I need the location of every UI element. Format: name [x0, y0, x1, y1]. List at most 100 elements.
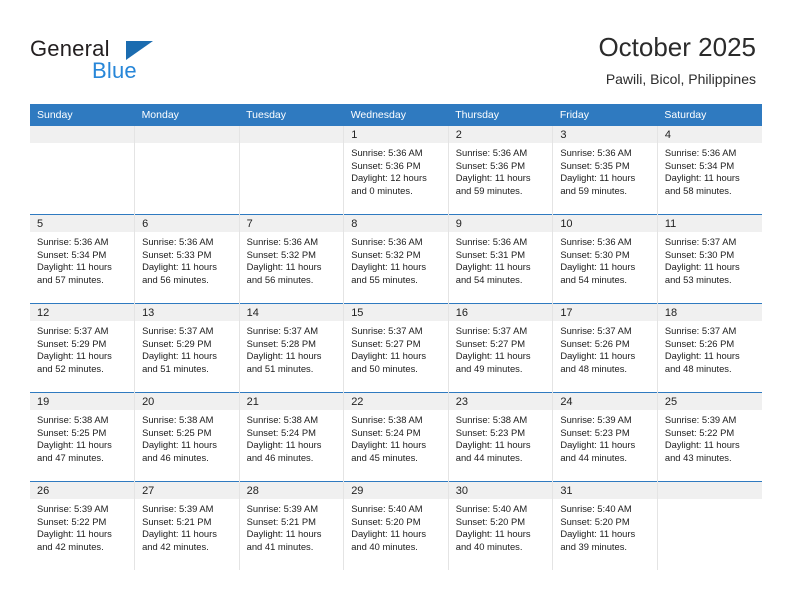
- day-detail-line: Daylight: 11 hours: [246, 350, 322, 362]
- day-detail-line: Sunset: 5:26 PM: [664, 337, 735, 349]
- day-detail-line: Daylight: 11 hours: [664, 350, 740, 362]
- day-detail-line: Daylight: 11 hours: [560, 172, 636, 184]
- day-detail-line: Sunrise: 5:36 AM: [351, 147, 423, 158]
- day-detail-line: and 50 minutes.: [351, 362, 418, 374]
- day-detail-line: Sunset: 5:35 PM: [560, 159, 630, 171]
- calendar-day-cell[interactable]: 29 Sunrise: 5:40 AM Sunset: 5:20 PM Dayligh…: [343, 481, 449, 570]
- calendar-day-cell[interactable]: 20 Sunrise: 5:38 AM Sunset: 5:25 PM Dayligh…: [134, 392, 240, 482]
- day-detail-line: Sunrise: 5:39 AM: [560, 414, 632, 425]
- calendar-day-cell[interactable]: 5 Sunrise: 5:36 AM Sunset: 5:34 PM Daylight…: [30, 214, 136, 304]
- day-details: Sunrise: 5:38 AM Sunset: 5:24 PM Daylight:…: [344, 410, 448, 464]
- calendar-day-cell[interactable]: 17 Sunrise: 5:37 AM Sunset: 5:26 PM Dayligh…: [552, 303, 658, 393]
- calendar-day-cell[interactable]: 16 Sunrise: 5:37 AM Sunset: 5:27 PM Dayligh…: [448, 303, 554, 393]
- calendar-day-cell-empty: [657, 481, 762, 570]
- day-detail-line: and 40 minutes.: [455, 540, 523, 552]
- day-number: [239, 126, 344, 143]
- calendar-day-cell[interactable]: 9 Sunrise: 5:36 AM Sunset: 5:31 PM Daylight…: [448, 214, 554, 304]
- day-detail-line: Sunrise: 5:40 AM: [560, 503, 632, 514]
- day-detail-line: Daylight: 11 hours: [37, 528, 112, 540]
- day-number: 30: [448, 482, 553, 499]
- calendar-day-cell[interactable]: 14 Sunrise: 5:37 AM Sunset: 5:28 PM Dayligh…: [239, 303, 345, 393]
- brand-logo[interactable]: General Blue: [30, 36, 210, 88]
- calendar-day-cell[interactable]: 30 Sunrise: 5:40 AM Sunset: 5:20 PM Dayligh…: [448, 481, 554, 570]
- day-detail-line: Sunrise: 5:38 AM: [37, 414, 109, 425]
- day-detail-line: Sunrise: 5:37 AM: [246, 325, 319, 336]
- day-detail-line: Sunrise: 5:37 AM: [664, 325, 737, 336]
- day-detail-line: Sunset: 5:23 PM: [560, 426, 630, 438]
- day-details: [135, 143, 239, 147]
- calendar-day-cell[interactable]: 18 Sunrise: 5:37 AM Sunset: 5:26 PM Dayligh…: [657, 303, 762, 393]
- page-title: October 2025: [598, 32, 756, 62]
- calendar-day-cell[interactable]: 4 Sunrise: 5:36 AM Sunset: 5:34 PM Daylight…: [657, 126, 762, 215]
- calendar-day-cell[interactable]: 11 Sunrise: 5:37 AM Sunset: 5:30 PM Dayligh…: [657, 214, 762, 304]
- day-details: Sunrise: 5:38 AM Sunset: 5:25 PM Daylight:…: [135, 410, 239, 464]
- calendar-week-row: 26 Sunrise: 5:39 AM Sunset: 5:22 PM Dayligh…: [30, 481, 762, 570]
- day-detail-line: Sunrise: 5:38 AM: [351, 414, 423, 425]
- calendar-day-cell[interactable]: 27 Sunrise: 5:39 AM Sunset: 5:21 PM Dayligh…: [134, 481, 240, 570]
- day-number: 19: [30, 393, 135, 410]
- calendar-day-cell[interactable]: 13 Sunrise: 5:37 AM Sunset: 5:29 PM Dayligh…: [134, 303, 240, 393]
- calendar-day-cell[interactable]: 12 Sunrise: 5:37 AM Sunset: 5:29 PM Dayligh…: [30, 303, 136, 393]
- day-details: Sunrise: 5:36 AM Sunset: 5:34 PM Daylight:…: [658, 143, 762, 197]
- day-detail-line: and 46 minutes.: [142, 451, 209, 463]
- day-detail-line: and 59 minutes.: [560, 184, 628, 196]
- calendar-day-cell[interactable]: 15 Sunrise: 5:37 AM Sunset: 5:27 PM Dayligh…: [343, 303, 449, 393]
- day-detail-line: Sunset: 5:20 PM: [351, 515, 421, 527]
- day-detail-line: Sunset: 5:21 PM: [246, 515, 316, 527]
- day-detail-line: and 52 minutes.: [37, 362, 104, 374]
- calendar-day-cell[interactable]: 7 Sunrise: 5:36 AM Sunset: 5:32 PM Daylight…: [239, 214, 345, 304]
- day-number: 10: [553, 215, 657, 232]
- calendar-day-cell[interactable]: 10 Sunrise: 5:36 AM Sunset: 5:30 PM Dayligh…: [552, 214, 658, 304]
- day-number: [30, 126, 135, 143]
- calendar-day-cell[interactable]: 19 Sunrise: 5:38 AM Sunset: 5:25 PM Dayligh…: [30, 392, 136, 482]
- calendar-day-cell[interactable]: 22 Sunrise: 5:38 AM Sunset: 5:24 PM Dayligh…: [343, 392, 449, 482]
- day-detail-line: Sunset: 5:20 PM: [455, 515, 526, 527]
- calendar-day-cell[interactable]: 1 Sunrise: 5:36 AM Sunset: 5:36 PM Daylight…: [343, 126, 449, 215]
- day-number: 13: [135, 304, 239, 321]
- day-number: 29: [344, 482, 448, 499]
- day-detail-line: Sunset: 5:22 PM: [664, 426, 735, 438]
- day-detail-line: Daylight: 11 hours: [142, 350, 217, 362]
- calendar-day-cell[interactable]: 2 Sunrise: 5:36 AM Sunset: 5:36 PM Daylight…: [448, 126, 554, 215]
- calendar-day-cell[interactable]: 31 Sunrise: 5:40 AM Sunset: 5:20 PM Dayligh…: [552, 481, 658, 570]
- calendar-day-cell[interactable]: 26 Sunrise: 5:39 AM Sunset: 5:22 PM Dayligh…: [30, 481, 136, 570]
- day-details: Sunrise: 5:36 AM Sunset: 5:34 PM Daylight:…: [30, 232, 134, 286]
- weekday-header-row: Sunday Monday Tuesday Wednesday Thursday Frid…: [30, 104, 762, 126]
- day-detail-line: and 39 minutes.: [560, 540, 628, 552]
- day-number: 5: [30, 215, 135, 232]
- calendar-body: 1 Sunrise: 5:36 AM Sunset: 5:36 PM Daylight…: [30, 126, 762, 570]
- calendar-day-cell[interactable]: 21 Sunrise: 5:38 AM Sunset: 5:24 PM Dayligh…: [239, 392, 345, 482]
- day-detail-line: and 53 minutes.: [664, 273, 732, 285]
- day-details: Sunrise: 5:36 AM Sunset: 5:31 PM Daylight:…: [449, 232, 553, 286]
- day-detail-line: Sunset: 5:28 PM: [246, 337, 316, 349]
- day-number: 26: [30, 482, 135, 499]
- calendar-day-cell[interactable]: 28 Sunrise: 5:39 AM Sunset: 5:21 PM Dayligh…: [239, 481, 345, 570]
- calendar-day-cell[interactable]: 24 Sunrise: 5:39 AM Sunset: 5:23 PM Dayligh…: [552, 392, 658, 482]
- day-detail-line: and 40 minutes.: [351, 540, 418, 552]
- day-detail-line: Sunset: 5:22 PM: [37, 515, 107, 527]
- day-detail-line: Sunrise: 5:38 AM: [246, 414, 319, 425]
- day-detail-line: Daylight: 11 hours: [246, 528, 322, 540]
- day-detail-line: Sunrise: 5:36 AM: [664, 147, 737, 158]
- calendar-day-cell[interactable]: 3 Sunrise: 5:36 AM Sunset: 5:35 PM Daylight…: [552, 126, 658, 215]
- calendar-day-cell[interactable]: 25 Sunrise: 5:39 AM Sunset: 5:22 PM Dayligh…: [657, 392, 762, 482]
- calendar-day-cell[interactable]: 8 Sunrise: 5:36 AM Sunset: 5:32 PM Daylight…: [343, 214, 449, 304]
- day-detail-line: and 0 minutes.: [351, 184, 413, 196]
- day-number: 27: [135, 482, 239, 499]
- day-detail-line: Sunset: 5:32 PM: [246, 248, 316, 260]
- day-detail-line: Daylight: 11 hours: [351, 439, 427, 451]
- day-detail-line: Daylight: 11 hours: [455, 172, 531, 184]
- day-detail-line: Sunrise: 5:40 AM: [351, 503, 423, 514]
- day-number: 1: [344, 126, 448, 143]
- day-detail-line: and 56 minutes.: [142, 273, 209, 285]
- day-detail-line: Sunrise: 5:36 AM: [455, 236, 528, 247]
- day-details: Sunrise: 5:36 AM Sunset: 5:35 PM Daylight:…: [553, 143, 657, 197]
- day-detail-line: Sunset: 5:34 PM: [664, 159, 735, 171]
- day-detail-line: Daylight: 11 hours: [455, 261, 531, 273]
- day-detail-line: Daylight: 11 hours: [351, 350, 427, 362]
- day-detail-line: Daylight: 11 hours: [664, 439, 740, 451]
- day-details: Sunrise: 5:36 AM Sunset: 5:36 PM Daylight:…: [344, 143, 448, 197]
- day-detail-line: Sunset: 5:27 PM: [351, 337, 421, 349]
- calendar-day-cell[interactable]: 23 Sunrise: 5:38 AM Sunset: 5:23 PM Dayligh…: [448, 392, 554, 482]
- calendar-day-cell[interactable]: 6 Sunrise: 5:36 AM Sunset: 5:33 PM Daylight…: [134, 214, 240, 304]
